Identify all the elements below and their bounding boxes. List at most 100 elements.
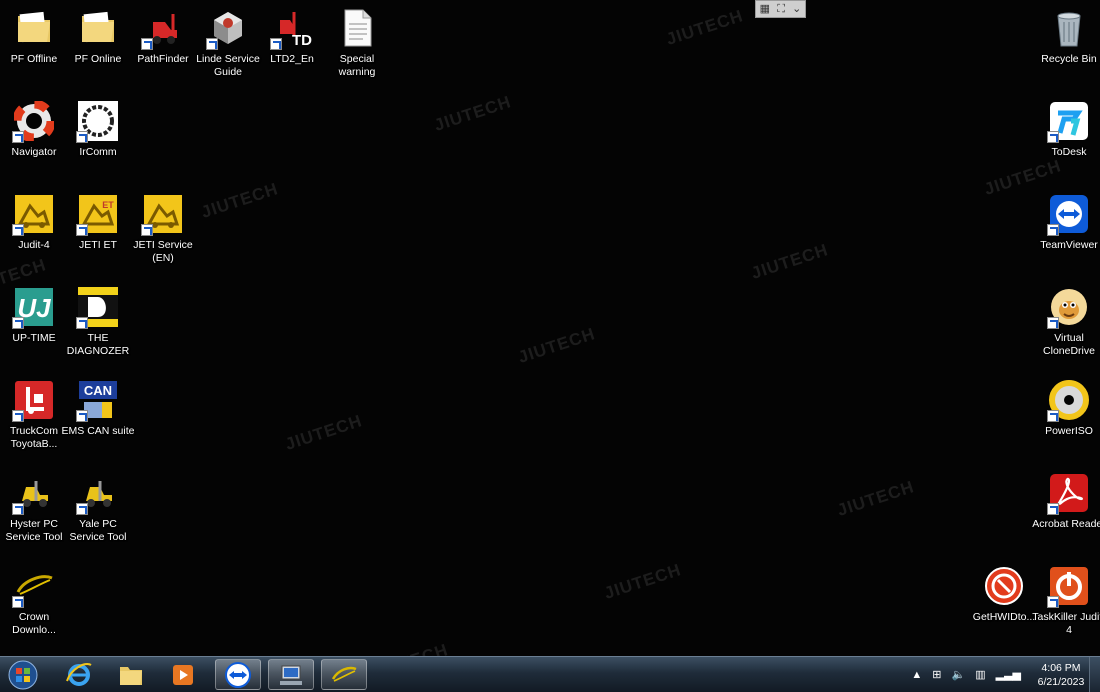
icon-label: Acrobat Reader	[1032, 518, 1100, 530]
forklift-icon	[141, 8, 183, 50]
ring-icon	[76, 101, 118, 143]
desktop-icon-recycle-bin[interactable]: Recycle Bin	[1037, 8, 1100, 66]
svg-text:ET: ET	[102, 200, 114, 210]
icon-label: PathFinder	[137, 53, 189, 65]
icon-label: Recycle Bin	[1041, 53, 1097, 65]
uptime-icon: UJ	[12, 287, 54, 329]
desktop-icon-truckcom[interactable]: TruckCom ToyotaB...	[2, 380, 66, 451]
icon-label: TeamViewer	[1040, 239, 1098, 251]
taskbar-media-player[interactable]	[160, 659, 206, 690]
teamviewer-icon	[225, 661, 251, 688]
icon-label: JETI Service (EN)	[133, 239, 193, 264]
jeti-icon: ET	[76, 194, 118, 236]
desktop-icon-linde-service-guide[interactable]: Linde Service Guide	[196, 8, 260, 79]
desktop-icon-ircomm[interactable]: IrComm	[66, 101, 130, 159]
watermark: JIUTECH	[748, 240, 831, 283]
icon-label: Yale PC Service Tool	[69, 518, 127, 543]
icon-label: PF Online	[74, 53, 122, 65]
taskbar-internet-explorer[interactable]	[56, 659, 102, 690]
desktop-icon-pf-online[interactable]: PF Online	[66, 8, 130, 66]
show-desktop-button[interactable]	[1089, 657, 1100, 692]
desktop-icon-crown[interactable]: Crown Downlo...	[2, 566, 66, 637]
volume-icon[interactable]: 🔈	[952, 668, 966, 681]
show-hidden-icons-icon[interactable]: ▲	[911, 669, 922, 681]
icon-label: LTD2_En	[270, 53, 314, 65]
jeti-icon	[141, 194, 183, 236]
taskbar-teamviewer[interactable]	[215, 659, 261, 690]
yale-icon	[76, 473, 118, 515]
desktop-icon-teamviewer[interactable]: TeamViewer	[1037, 194, 1100, 252]
teamviewer-icon	[1047, 194, 1089, 236]
desktop-icon-virtual-clonedrive[interactable]: Virtual CloneDrive	[1037, 287, 1100, 358]
watermark: JIUTECH	[431, 92, 514, 135]
desktop-icon-special-warning[interactable]: Special warning	[325, 8, 389, 79]
icon-label: ToDesk	[1051, 146, 1087, 158]
signal-strength-icon[interactable]: ▂▃▅	[996, 668, 1021, 681]
icon-label: Special warning	[338, 53, 376, 78]
desktop-icon-navigator[interactable]: Navigator	[2, 101, 66, 159]
watermark: JIUTECH	[663, 6, 746, 49]
icon-label: EMS CAN suite	[61, 425, 135, 437]
desktop-icon-pf-offline[interactable]: PF Offline	[2, 8, 66, 66]
watermark: JIUTECH	[601, 560, 684, 603]
folder-icon	[120, 666, 142, 685]
power-icon	[1047, 566, 1089, 608]
watermark: JIUTECH	[834, 477, 917, 520]
desktop-icon-ems-can-suite[interactable]: CAN EMS CAN suite	[62, 380, 134, 438]
sheep-icon	[1047, 287, 1089, 329]
todesk-icon	[1047, 101, 1089, 143]
desktop-icon-taskkiller[interactable]: TaskKiller Judit-4	[1032, 566, 1100, 637]
svg-text:TD: TD	[292, 32, 312, 48]
grid-icon[interactable]: ▦	[760, 1, 770, 17]
desktop-icon-jeti-service[interactable]: JETI Service (EN)	[131, 194, 195, 265]
desktop-icon-gethwid[interactable]: GetHWIDto...	[972, 566, 1036, 624]
desktop-icon-up-time[interactable]: UJ UP-TIME	[2, 287, 66, 345]
system-tray: ▲ ⊞ 🔈 ▥ ▂▃▅ 4:06 PM 6/21/2023	[906, 657, 1086, 692]
clock[interactable]: 4:06 PM 6/21/2023	[1036, 661, 1086, 689]
taskbar-crown[interactable]	[321, 659, 367, 690]
can-icon: CAN	[76, 380, 118, 422]
clock-date: 6/21/2023	[1037, 675, 1085, 688]
svg-text:CAN: CAN	[84, 383, 112, 398]
chevron-down-icon[interactable]: ⌄	[792, 1, 801, 17]
icon-label: IrComm	[79, 146, 117, 158]
desktop-icon-todesk[interactable]: ToDesk	[1037, 101, 1100, 159]
recycle-bin-icon	[1049, 8, 1089, 48]
watermark: JIUTECH	[282, 411, 365, 454]
disc-icon	[1047, 380, 1089, 422]
media-player-icon	[173, 664, 193, 685]
network-computer-icon	[280, 665, 302, 685]
lifebuoy-icon	[12, 101, 54, 143]
remote-toolbar[interactable]: ▦ ⛶ ⌄	[755, 0, 806, 18]
desktop-icon-judit-4[interactable]: Judit-4	[2, 194, 66, 252]
desktop-icon-ltd2-en[interactable]: TD LTD2_En	[260, 8, 324, 66]
watermark: JIUTECH	[515, 324, 598, 367]
desktop-icon-poweriso[interactable]: PowerISO	[1037, 380, 1100, 438]
desktop-icon-hyster[interactable]: Hyster PC Service Tool	[2, 473, 66, 544]
desktop-icon-pathfinder[interactable]: PathFinder	[131, 8, 195, 66]
start-button[interactable]	[4, 659, 42, 691]
folder-icon	[78, 8, 118, 48]
watermark: JIUTECH	[198, 179, 281, 222]
truckcom-icon	[12, 380, 54, 422]
icon-label: GetHWIDto...	[972, 611, 1036, 623]
desktop-icon-jeti-et[interactable]: ET JETI ET	[66, 194, 130, 252]
taskbar-file-explorer[interactable]	[108, 659, 154, 690]
taskbar-network-computer[interactable]	[268, 659, 314, 690]
desktop-icon-the-diagnozer[interactable]: THE DIAGNOZER	[66, 287, 130, 358]
diagnozer-icon	[76, 287, 118, 329]
start-orb-icon	[8, 660, 38, 690]
network-disconnected-icon[interactable]: ▥	[975, 668, 985, 681]
desktop: JIUTECH JIUTECH JIUTECH JIUTECH JIUTECH …	[0, 0, 1100, 683]
taskbar: ▲ ⊞ 🔈 ▥ ▂▃▅ 4:06 PM 6/21/2023	[0, 656, 1100, 692]
desktop-icon-yale[interactable]: Yale PC Service Tool	[66, 473, 130, 544]
document-icon	[337, 8, 377, 48]
desktop-icon-acrobat-reader[interactable]: Acrobat Reader	[1032, 473, 1100, 531]
icon-label: TaskKiller Judit-4	[1032, 611, 1100, 636]
fullscreen-icon[interactable]: ⛶	[777, 1, 785, 17]
hyster-icon	[12, 473, 54, 515]
icon-label: Crown Downlo...	[12, 611, 56, 636]
icon-label: Linde Service Guide	[196, 53, 260, 78]
acrobat-icon	[1047, 473, 1089, 515]
usb-device-icon[interactable]: ⊞	[932, 668, 941, 681]
